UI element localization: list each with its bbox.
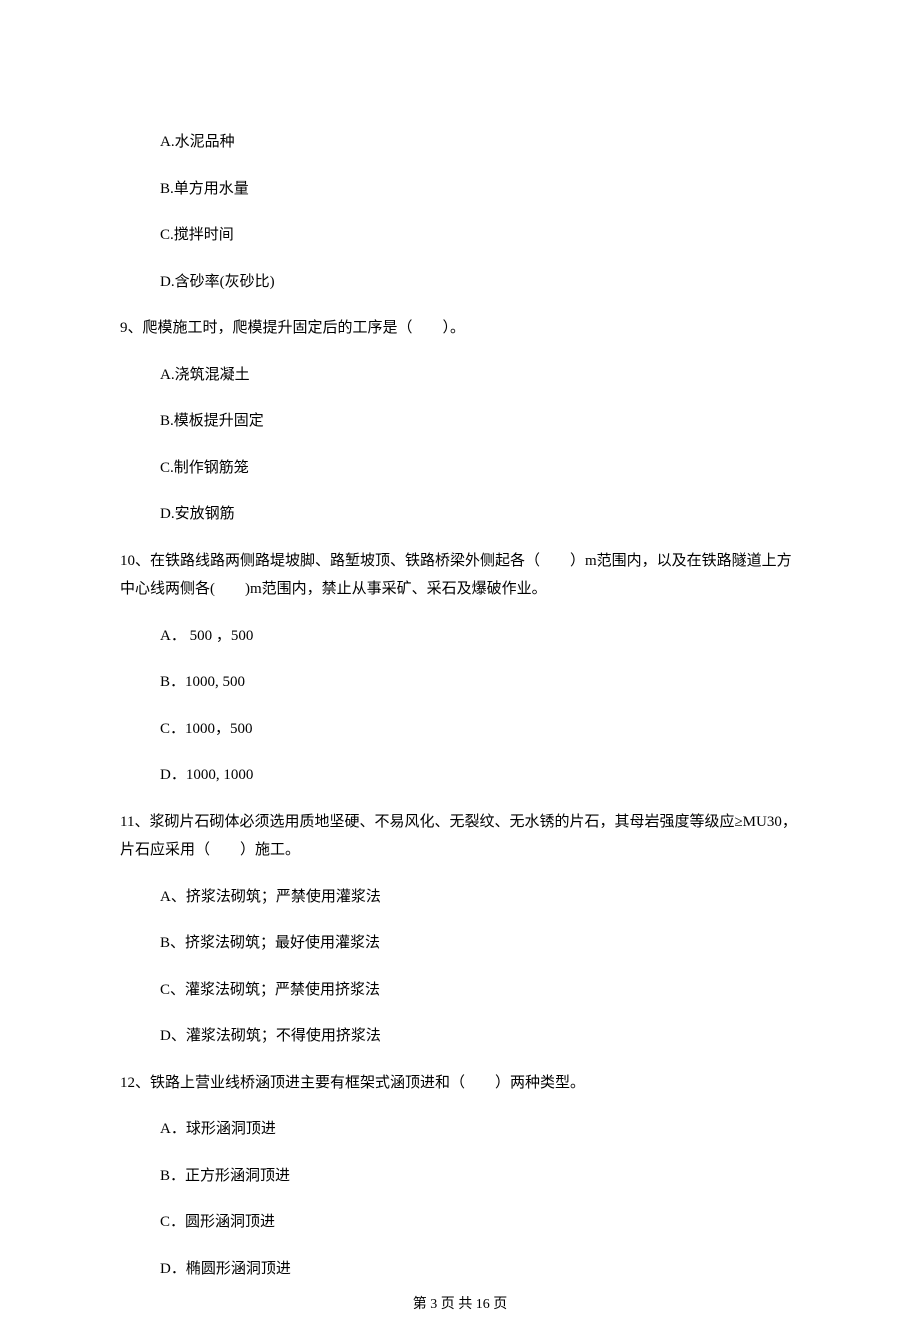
q10-option-d: D．1000, 1000 xyxy=(160,761,800,790)
q12-stem: 12、铁路上营业线桥涵顶进主要有框架式涵顶进和（ ）两种类型。 xyxy=(120,1069,800,1098)
document-page: A.水泥品种 B.单方用水量 C.搅拌时间 D.含砂率(灰砂比) 9、爬模施工时… xyxy=(0,0,920,1341)
q8-option-c: C.搅拌时间 xyxy=(160,221,800,250)
q10-option-b: B．1000, 500 xyxy=(160,668,800,697)
q9-option-c: C.制作钢筋笼 xyxy=(160,454,800,483)
q12-option-c: C．圆形涵洞顶进 xyxy=(160,1208,800,1237)
q11-option-c: C、灌浆法砌筑；严禁使用挤浆法 xyxy=(160,976,800,1005)
q12-option-b: B．正方形涵洞顶进 xyxy=(160,1162,800,1191)
q11-option-a: A、挤浆法砌筑；严禁使用灌浆法 xyxy=(160,883,800,912)
page-footer: 第 3 页 共 16 页 xyxy=(0,1293,920,1313)
q8-option-a: A.水泥品种 xyxy=(160,128,800,157)
q9-option-b: B.模板提升固定 xyxy=(160,407,800,436)
q12-option-a: A．球形涵洞顶进 xyxy=(160,1115,800,1144)
q10-option-a: A． 500 ，500 xyxy=(160,622,800,651)
q11-stem: 11、浆砌片石砌体必须选用质地坚硬、不易风化、无裂纹、无水锈的片石，其母岩强度等… xyxy=(120,808,800,865)
q11-option-d: D、灌浆法砌筑；不得使用挤浆法 xyxy=(160,1022,800,1051)
q11-option-b: B、挤浆法砌筑；最好使用灌浆法 xyxy=(160,929,800,958)
q10-stem: 10、在铁路线路两侧路堤坡脚、路堑坡顶、铁路桥梁外侧起各（ ）m范围内，以及在铁… xyxy=(120,547,800,604)
q9-stem: 9、爬模施工时，爬模提升固定后的工序是（ ）。 xyxy=(120,314,800,343)
q10-option-c: C．1000，500 xyxy=(160,715,800,744)
q8-option-b: B.单方用水量 xyxy=(160,175,800,204)
q8-option-d: D.含砂率(灰砂比) xyxy=(160,268,800,297)
q12-option-d: D．椭圆形涵洞顶进 xyxy=(160,1255,800,1284)
q9-option-d: D.安放钢筋 xyxy=(160,500,800,529)
q9-option-a: A.浇筑混凝土 xyxy=(160,361,800,390)
